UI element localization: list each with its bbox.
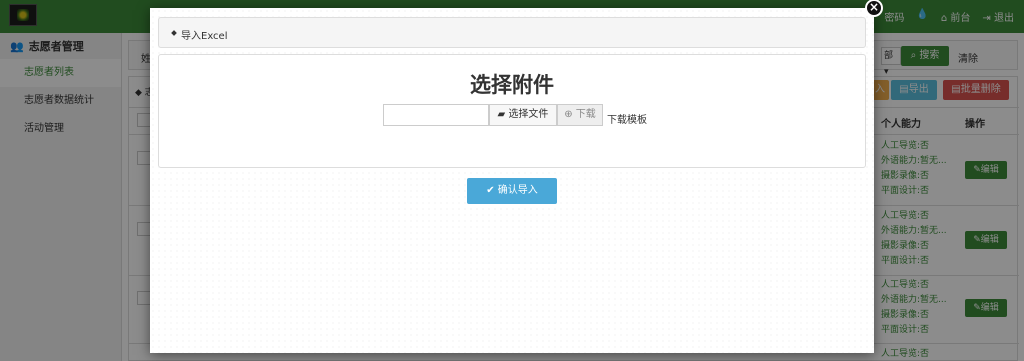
page-title: 选择附件	[470, 73, 554, 97]
breadcrumb-label: 导入Excel	[181, 31, 228, 42]
download-button[interactable]: ⊕ 下载	[557, 104, 603, 126]
upload-panel: 选择附件 ▰ 选择文件 ⊕ 下载 下载模板	[158, 54, 866, 168]
download-circle-icon: ⊕	[564, 109, 573, 120]
download-template-link[interactable]: 下载模板	[607, 111, 647, 126]
folder-open-icon: ▰	[497, 109, 506, 120]
breadcrumb: 导入Excel	[158, 17, 866, 48]
import-excel-modal: 导入Excel 选择附件 ▰ 选择文件 ⊕ 下载 下载模板 ✔ 确认导入	[150, 8, 874, 353]
check-icon: ✔	[486, 185, 495, 196]
bullet-icon	[171, 30, 177, 36]
confirm-import-button[interactable]: ✔ 确认导入	[467, 178, 557, 204]
file-path-input[interactable]	[383, 104, 489, 126]
choose-file-button[interactable]: ▰ 选择文件	[489, 104, 557, 126]
